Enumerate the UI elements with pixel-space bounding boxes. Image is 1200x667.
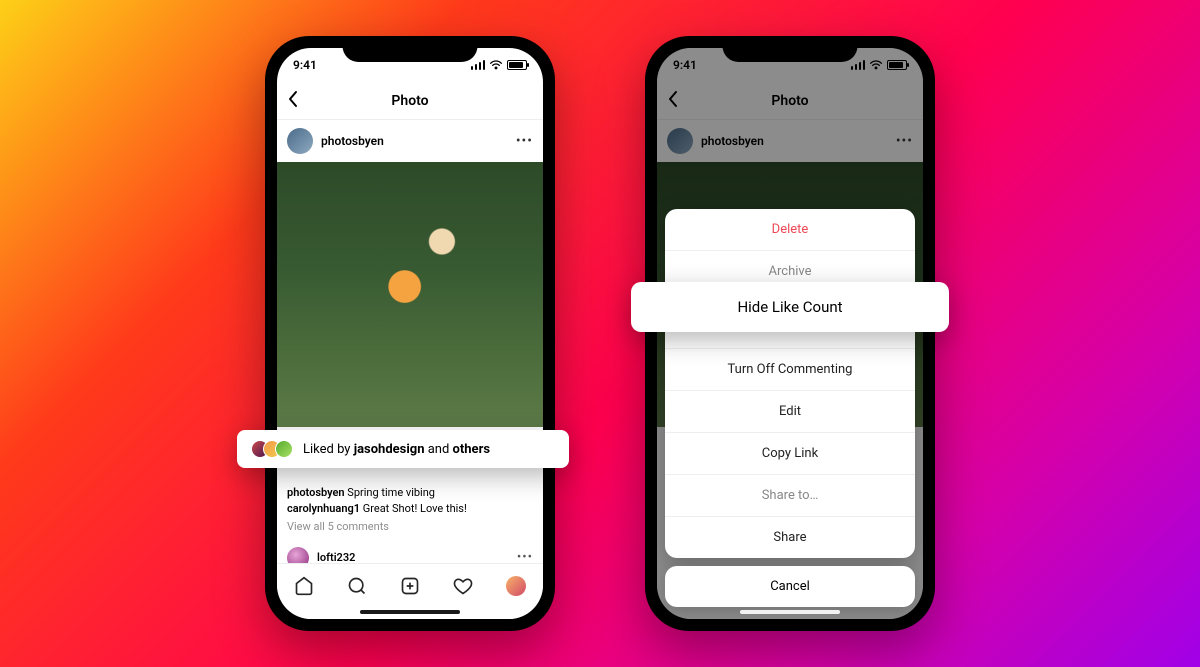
- post-image[interactable]: [277, 162, 543, 427]
- action-sheet-container: Delete Archive placeholder Turn Off Comm…: [665, 209, 915, 607]
- sheet-delete[interactable]: Delete: [665, 209, 915, 250]
- view-all-comments[interactable]: View all 5 comments: [287, 517, 533, 535]
- battery-icon: [507, 60, 527, 70]
- author-avatar[interactable]: [287, 128, 313, 154]
- sheet-turn-off-commenting[interactable]: Turn Off Commenting: [665, 348, 915, 390]
- nav-bar: Photo: [277, 82, 543, 120]
- comment-username[interactable]: carolynhuang1: [287, 502, 360, 515]
- back-icon[interactable]: [287, 90, 299, 111]
- nav-title: Photo: [391, 93, 428, 109]
- liked-by-user[interactable]: jasohdesign: [354, 442, 425, 457]
- phone-screen-left: 9:41 Photo photosbyen •••: [277, 48, 543, 619]
- search-nav-icon[interactable]: [347, 576, 367, 596]
- status-time: 9:41: [293, 58, 317, 72]
- phone-frame-left: 9:41 Photo photosbyen •••: [265, 36, 555, 631]
- phone-screen-right: 9:41 Photo photosbyen •••: [657, 48, 923, 619]
- phone-frame-right: 9:41 Photo photosbyen •••: [645, 36, 935, 631]
- caption-text: Spring time vibing: [345, 486, 435, 499]
- action-sheet: Delete Archive placeholder Turn Off Comm…: [665, 209, 915, 558]
- activity-icon[interactable]: [453, 576, 473, 596]
- home-indicator: [740, 610, 840, 614]
- sheet-cancel[interactable]: Cancel: [665, 566, 915, 607]
- home-indicator: [360, 610, 460, 614]
- wifi-icon: [489, 60, 503, 70]
- sheet-copy-link[interactable]: Copy Link: [665, 432, 915, 474]
- author-username[interactable]: photosbyen: [321, 134, 384, 148]
- sheet-hide-like-count[interactable]: Hide Like Count: [631, 282, 949, 332]
- sheet-share-to[interactable]: Share to…: [665, 474, 915, 516]
- profile-nav-avatar[interactable]: [506, 576, 526, 596]
- caption-line: photosbyen Spring time vibing: [287, 485, 533, 501]
- liked-by-text: Liked by jasohdesign and others: [303, 442, 490, 457]
- post-more-icon[interactable]: •••: [516, 133, 533, 149]
- home-icon[interactable]: [294, 576, 314, 596]
- liker-avatars: [251, 440, 293, 458]
- sheet-share[interactable]: Share: [665, 516, 915, 558]
- comment-line: carolynhuang1 Great Shot! Love this!: [287, 501, 533, 517]
- phone-notch: [343, 36, 478, 62]
- post-header: photosbyen •••: [277, 120, 543, 162]
- gradient-background: 9:41 Photo photosbyen •••: [0, 0, 1200, 667]
- signal-icon: [471, 60, 486, 70]
- liked-by-others[interactable]: others: [453, 442, 490, 457]
- sheet-edit[interactable]: Edit: [665, 390, 915, 432]
- comment-text: Great Shot! Love this!: [360, 502, 467, 515]
- like-callout[interactable]: Liked by jasohdesign and others: [237, 430, 569, 468]
- phone-notch: [723, 36, 858, 62]
- status-icons: [471, 60, 528, 70]
- add-post-icon[interactable]: [400, 576, 420, 596]
- caption-username[interactable]: photosbyen: [287, 486, 345, 499]
